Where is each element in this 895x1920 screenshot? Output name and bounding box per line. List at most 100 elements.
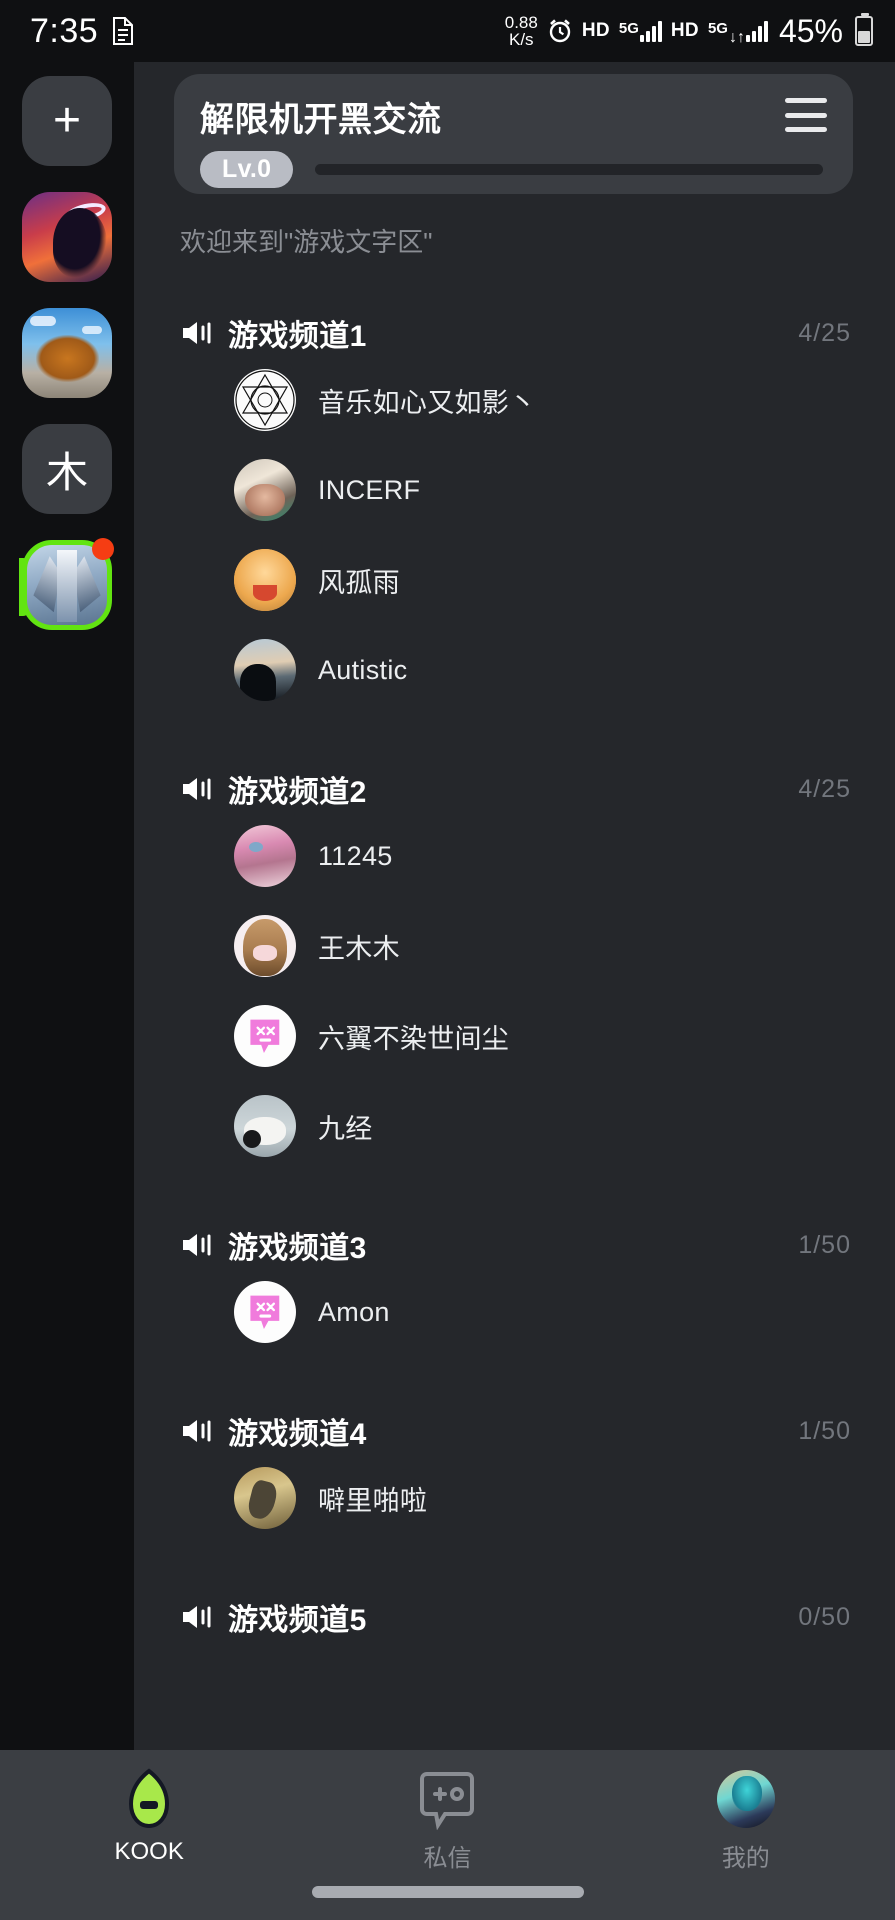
signal-bars-1 xyxy=(639,20,662,42)
avatar xyxy=(234,1467,296,1529)
tab-profile[interactable]: 我的 xyxy=(597,1768,895,1873)
channel-name: 游戏频道1 xyxy=(228,320,367,353)
member-name: 王木木 xyxy=(318,933,400,964)
tab-label-messages: 私信 xyxy=(423,1845,472,1872)
speaker-icon xyxy=(180,1602,214,1632)
level-badge: Lv.0 xyxy=(200,151,294,188)
channel-name: 游戏频道3 xyxy=(228,1232,367,1265)
app-screen: 7:35 0.88 K/s HD 5G HD 5G ↓↑ 45% + 木 解限机… xyxy=(0,0,895,1920)
server-rail[interactable]: + 木 xyxy=(0,62,134,1750)
data-arrows-icon: ↓↑ xyxy=(728,29,745,46)
list-item[interactable]: 11245 xyxy=(134,811,895,901)
level-progress-bar xyxy=(315,164,823,175)
list-item[interactable]: Autistic xyxy=(134,625,895,715)
member-name: 六翼不染世间尘 xyxy=(318,1023,510,1054)
signal-group-1: 5G xyxy=(619,20,662,42)
welcome-text: 欢迎来到"游戏文字区" xyxy=(180,227,433,257)
signal-bars-2 xyxy=(745,20,768,42)
speaker-icon xyxy=(180,318,214,348)
avatar xyxy=(234,549,296,611)
header-top-row: 解限机开黑交流 xyxy=(200,92,827,141)
profile-avatar xyxy=(715,1768,777,1830)
tab-label-kook: KOOK xyxy=(114,1838,184,1865)
avatar xyxy=(234,825,296,887)
document-icon xyxy=(110,16,136,46)
member-name: Autistic xyxy=(318,654,408,685)
member-name: INCERF xyxy=(318,474,421,505)
avatar xyxy=(234,369,296,431)
network-speed-unit: K/s xyxy=(509,30,534,49)
tab-kook[interactable]: KOOK xyxy=(0,1768,298,1866)
server-header-card: 解限机开黑交流 Lv.0 xyxy=(174,74,853,194)
avatar xyxy=(716,1770,775,1828)
list-item[interactable]: 音乐如心又如影丶 xyxy=(134,355,895,445)
list-item[interactable]: 六翼不染世间尘 xyxy=(134,991,895,1081)
server-icon-angel[interactable] xyxy=(22,192,112,282)
message-icon xyxy=(416,1768,478,1830)
alarm-clock-icon xyxy=(547,18,573,44)
server-avatar-mu[interactable]: 木 xyxy=(22,424,112,514)
add-server-button[interactable]: + xyxy=(22,76,112,166)
member-name: 11245 xyxy=(318,840,393,871)
list-item[interactable]: INCERF xyxy=(134,445,895,535)
home-indicator[interactable] xyxy=(311,1886,584,1898)
signal-label-2: 5G xyxy=(707,20,728,37)
battery-percent: 45% xyxy=(778,12,843,49)
channel-group: 游戏频道1 4/25 音乐如心又如影丶 INCERF 风孤雨 Autistic xyxy=(134,311,895,715)
battery-icon xyxy=(855,13,873,46)
server-icon-mecha[interactable] xyxy=(19,538,114,630)
channel-header[interactable]: 游戏频道3 1/50 xyxy=(134,1223,895,1267)
channel-name: 游戏频道5 xyxy=(228,1604,367,1637)
tab-messages[interactable]: 私信 xyxy=(298,1768,596,1873)
list-item[interactable]: Amon xyxy=(134,1267,895,1357)
list-item[interactable]: 王木木 xyxy=(134,901,895,991)
server-initial-label: 木 xyxy=(45,448,88,496)
add-server-tile[interactable]: + xyxy=(22,76,112,166)
speaker-icon xyxy=(180,1230,214,1260)
server-icon-mu[interactable]: 木 xyxy=(22,424,112,514)
channel-header[interactable]: 游戏频道2 4/25 xyxy=(134,767,895,811)
status-time: 7:35 xyxy=(30,11,99,50)
member-name: Amon xyxy=(318,1296,390,1327)
channel-list-scroll[interactable]: 欢迎来到"游戏文字区" 游戏频道1 4/25 音乐如心又如影丶 INCERF 风… xyxy=(134,202,895,1750)
server-avatar-cat[interactable] xyxy=(22,308,112,398)
hd-label-2: HD xyxy=(670,20,699,41)
channel-name: 游戏频道4 xyxy=(228,1418,367,1451)
list-item[interactable]: 九经 xyxy=(134,1081,895,1171)
bottom-navigation: KOOK 私信 我的 xyxy=(0,1750,895,1920)
avatar xyxy=(234,639,296,701)
unread-badge-dot xyxy=(92,538,114,560)
status-bar-right: 0.88 K/s HD 5G HD 5G ↓↑ 45% xyxy=(505,13,873,50)
header-level-row: Lv.0 xyxy=(200,151,827,188)
member-name: 九经 xyxy=(318,1113,373,1144)
server-avatar-angel[interactable] xyxy=(22,192,112,282)
channel-group: 游戏频道2 4/25 11245 王木木 六翼不染世间尘 九经 xyxy=(134,767,895,1171)
channel-capacity: 1/50 xyxy=(798,1416,851,1445)
channel-capacity: 4/25 xyxy=(798,774,851,803)
hamburger-menu-icon[interactable] xyxy=(785,98,827,132)
signal-group-2: 5G ↓↑ xyxy=(707,20,768,46)
channel-capacity: 4/25 xyxy=(798,318,851,347)
server-icon-cat[interactable] xyxy=(22,308,112,398)
kook-logo-icon xyxy=(118,1768,180,1830)
channel-header[interactable]: 游戏频道5 0/50 xyxy=(134,1595,895,1639)
avatar xyxy=(234,1005,296,1067)
channel-name: 游戏频道2 xyxy=(228,776,367,809)
avatar xyxy=(234,1095,296,1157)
member-name: 噼里啪啦 xyxy=(318,1485,428,1516)
channel-header[interactable]: 游戏频道1 4/25 xyxy=(134,311,895,355)
network-speed-value: 0.88 xyxy=(504,13,538,32)
tab-label-profile: 我的 xyxy=(721,1845,770,1872)
plus-icon: + xyxy=(52,94,82,147)
list-item[interactable]: 噼里啪啦 xyxy=(134,1453,895,1543)
avatar xyxy=(234,1281,296,1343)
status-bar: 7:35 0.88 K/s HD 5G HD 5G ↓↑ 45% xyxy=(0,0,895,62)
channel-capacity: 0/50 xyxy=(798,1602,851,1631)
channel-group: 游戏频道5 0/50 xyxy=(134,1595,895,1639)
main-panel: 解限机开黑交流 Lv.0 欢迎来到"游戏文字区" 游戏频道1 4/25 音乐如心… xyxy=(134,62,895,1750)
channel-header[interactable]: 游戏频道4 1/50 xyxy=(134,1409,895,1453)
list-item[interactable]: 风孤雨 xyxy=(134,535,895,625)
speaker-icon xyxy=(180,1416,214,1446)
channel-group: 游戏频道3 1/50 Amon xyxy=(134,1223,895,1357)
channel-group: 游戏频道4 1/50 噼里啪啦 xyxy=(134,1409,895,1543)
